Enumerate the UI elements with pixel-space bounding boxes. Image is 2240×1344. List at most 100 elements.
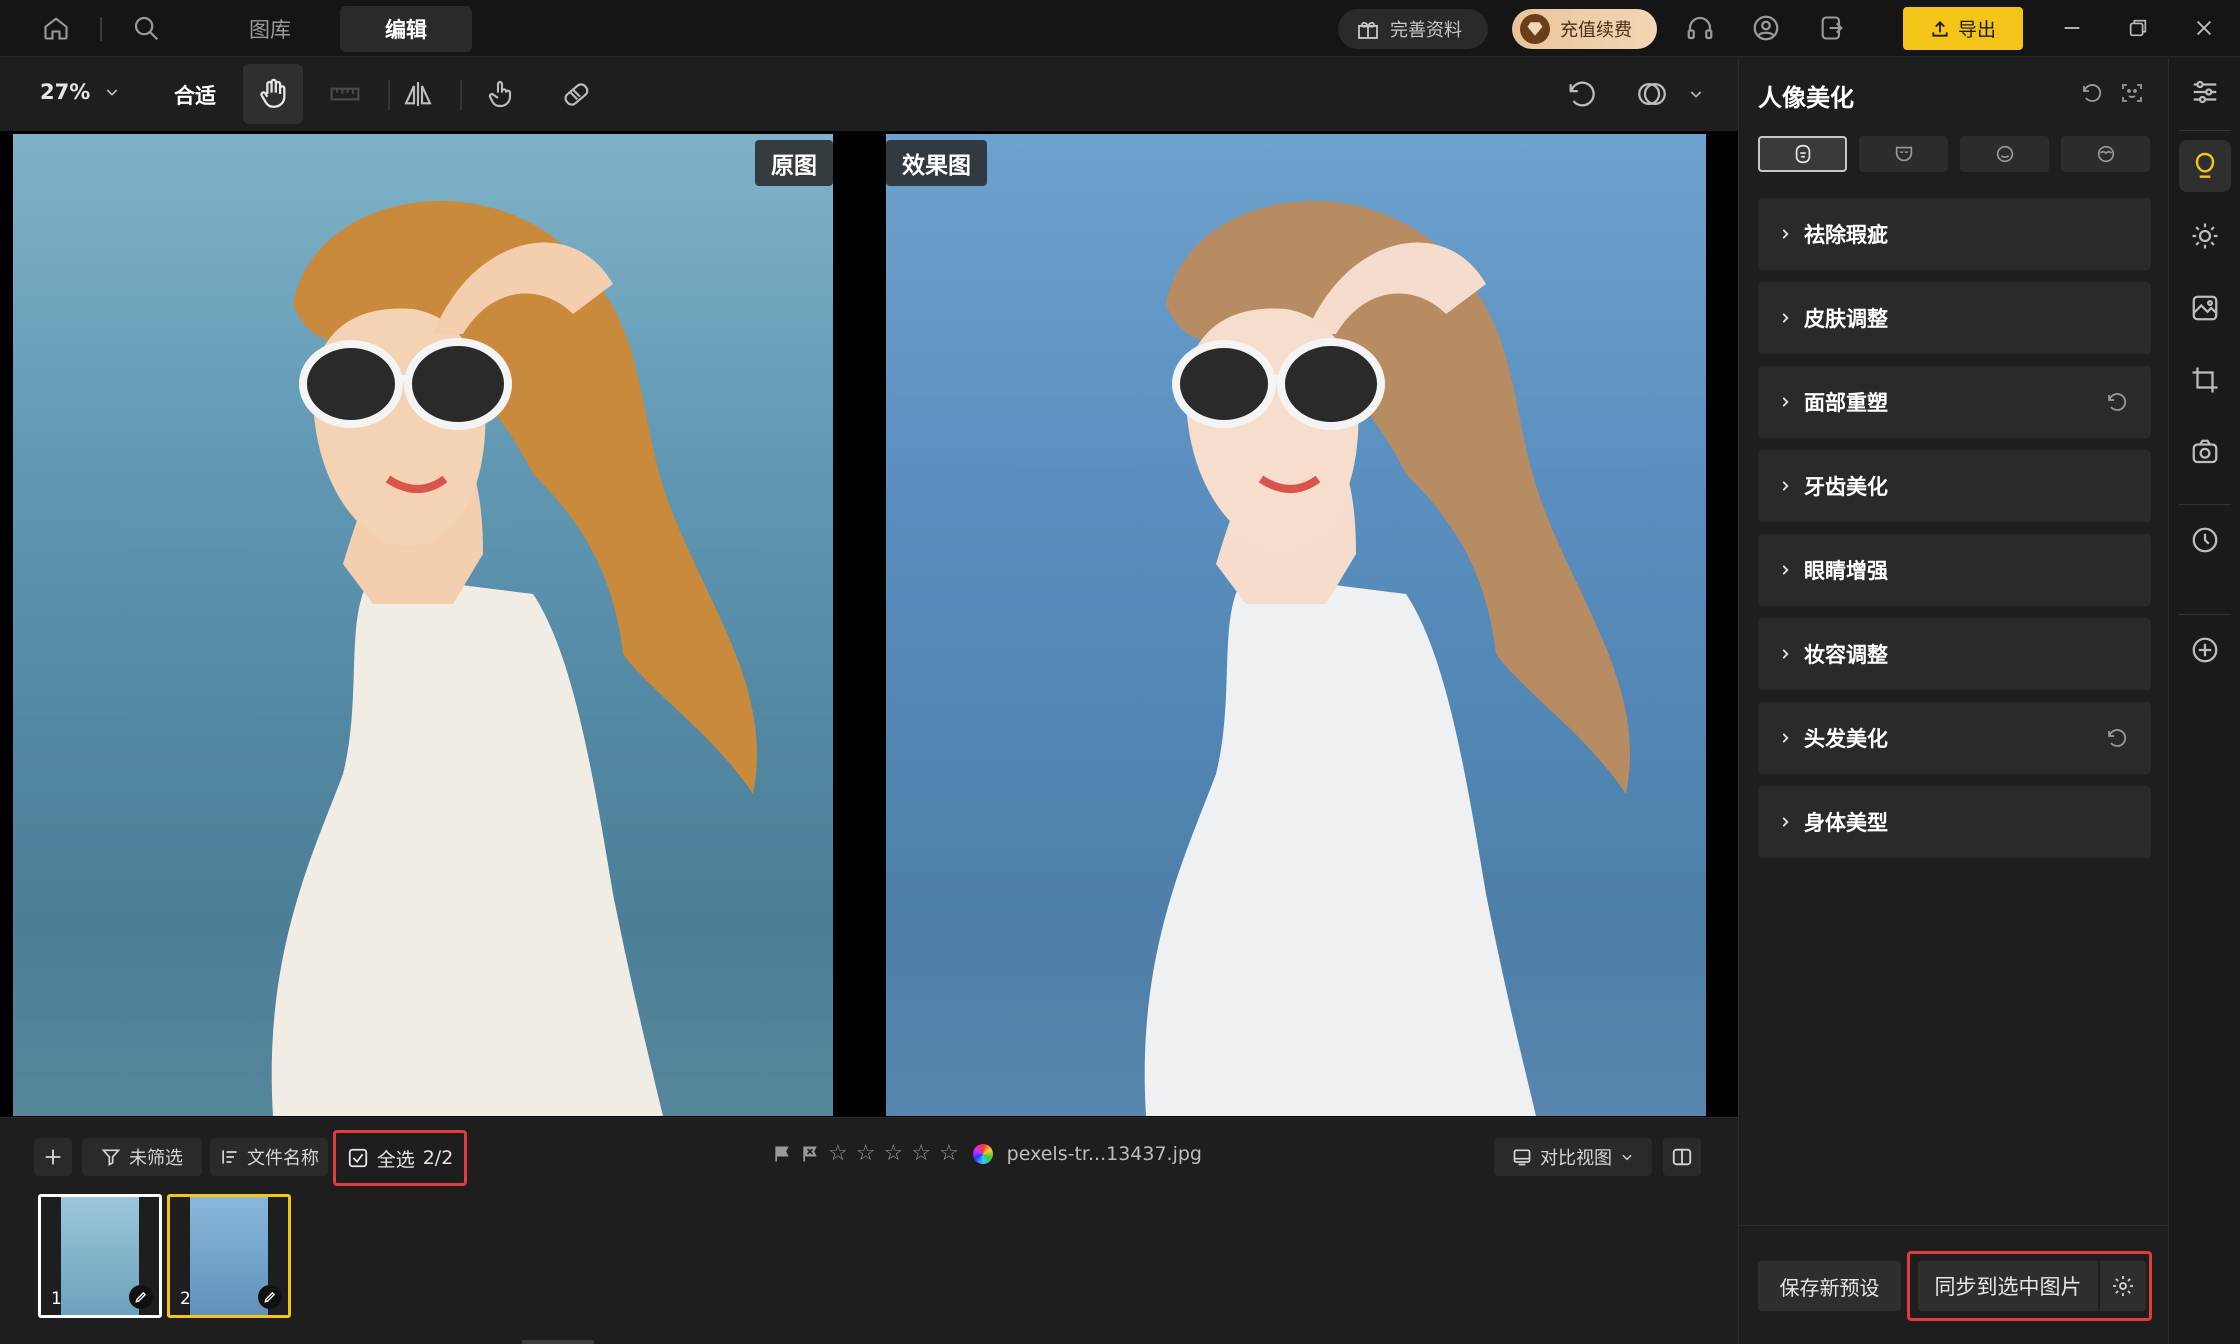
save-preset-button[interactable]: 保存新预设 <box>1758 1261 1901 1311</box>
star-icon[interactable]: ☆ <box>856 1143 876 1165</box>
image-adjust-icon[interactable] <box>2179 282 2231 334</box>
crop-icon[interactable] <box>2179 354 2231 406</box>
chevron-down-icon <box>1622 1154 1632 1161</box>
recharge-button[interactable]: 充值续费 <box>1512 9 1657 49</box>
plus-icon <box>45 1149 61 1165</box>
split-view-button[interactable] <box>1663 1138 1701 1176</box>
original-photo[interactable]: 原图 <box>13 134 833 1116</box>
star-icon[interactable]: ☆ <box>911 1143 931 1165</box>
segment-face[interactable] <box>1758 136 1847 172</box>
eraser-icon[interactable] <box>546 64 606 124</box>
effect-label: 效果图 <box>886 140 987 186</box>
reset-icon[interactable] <box>2105 726 2129 750</box>
sort-label: 文件名称 <box>247 1148 319 1169</box>
sync-settings-button[interactable] <box>2100 1261 2146 1311</box>
diamond-icon <box>1520 14 1550 44</box>
export-label: 导出 <box>1957 19 1996 41</box>
section-makeup[interactable]: 妆容调整 <box>1758 618 2151 690</box>
complete-profile-button[interactable]: 完善资料 <box>1338 9 1488 49</box>
section-body[interactable]: 身体美型 <box>1758 786 2151 858</box>
user-icon[interactable] <box>1746 8 1786 48</box>
compare-view-icon <box>1513 1149 1531 1166</box>
app-window: 图库 编辑 完善资料 充值续费 导出 27% 合适 原图 效果图 未筛选 文件名… <box>0 0 2240 1344</box>
filename: pexels-tr...13437.jpg <box>1006 1143 1202 1165</box>
color-label-icon[interactable] <box>972 1144 993 1164</box>
sliders-icon[interactable] <box>2179 66 2231 118</box>
rail-divider <box>2179 504 2231 505</box>
section-label: 面部重塑 <box>1804 391 1888 415</box>
star-icon[interactable]: ☆ <box>883 1143 903 1165</box>
reset-icon[interactable] <box>2077 78 2107 108</box>
funnel-icon <box>101 1149 121 1166</box>
mask-icon <box>1895 146 1912 162</box>
section-teeth[interactable]: 牙齿美化 <box>1758 450 2151 522</box>
segment-smile[interactable] <box>1960 136 2049 172</box>
logout-icon[interactable] <box>1812 8 1852 48</box>
chevron-right-icon <box>1782 733 1789 743</box>
chevron-right-icon <box>1782 481 1789 491</box>
section-label: 身体美型 <box>1804 811 1888 835</box>
home-icon[interactable] <box>36 8 76 48</box>
tab-edit[interactable]: 编辑 <box>340 6 472 52</box>
thumbnail-number: 2 <box>180 1289 191 1309</box>
sort-button[interactable]: 文件名称 <box>210 1138 328 1176</box>
history-icon[interactable] <box>2179 514 2231 566</box>
hand-tool-icon[interactable] <box>243 64 303 124</box>
brightness-icon[interactable] <box>2179 210 2231 262</box>
flag-icon[interactable] <box>772 1144 792 1164</box>
compare-canvas[interactable]: 原图 效果图 <box>0 131 1738 1117</box>
thumbnail-2[interactable]: 2 <box>167 1194 291 1318</box>
touch-tool-icon[interactable] <box>472 64 532 124</box>
reject-flag-icon[interactable] <box>800 1144 820 1164</box>
star-icon[interactable]: ☆ <box>939 1143 959 1165</box>
edit-toolbar: 27% 合适 <box>0 58 1738 131</box>
compare-view-dropdown[interactable]: 对比视图 <box>1494 1138 1652 1176</box>
select-all-button[interactable]: 全选 2/2 <box>333 1130 467 1186</box>
add-circle-icon[interactable] <box>2179 624 2231 676</box>
filter-button[interactable]: 未筛选 <box>82 1138 202 1176</box>
face-detect-icon[interactable] <box>2117 78 2147 108</box>
search-icon[interactable] <box>126 8 166 48</box>
section-face-reshape[interactable]: 面部重塑 <box>1758 366 2151 438</box>
overlay-dropdown-icon[interactable] <box>1666 64 1726 124</box>
headset-icon[interactable] <box>1680 8 1720 48</box>
star-icon[interactable]: ☆ <box>828 1143 848 1165</box>
portrait-icon[interactable] <box>2179 140 2231 192</box>
panel-footer-divider <box>1739 1225 2169 1226</box>
section-eyes[interactable]: 眼睛增强 <box>1758 534 2151 606</box>
recharge-label: 充值续费 <box>1560 20 1632 41</box>
undo-icon[interactable] <box>1552 64 1612 124</box>
section-label: 牙齿美化 <box>1804 475 1888 499</box>
add-photo-button[interactable] <box>34 1138 72 1176</box>
zoom-dropdown[interactable]: 27% <box>40 80 120 104</box>
tab-gallery[interactable]: 图库 <box>204 6 336 52</box>
upload-icon <box>1932 20 1948 37</box>
export-button[interactable]: 导出 <box>1903 7 2023 50</box>
section-hair[interactable]: 头发美化 <box>1758 702 2151 774</box>
chevron-right-icon <box>1782 817 1789 827</box>
chevron-right-icon <box>1782 565 1789 575</box>
fit-button[interactable]: 合适 <box>174 80 216 110</box>
file-info: ☆ ☆ ☆ ☆ ☆ pexels-tr...13437.jpg <box>772 1143 1202 1165</box>
effect-photo[interactable]: 效果图 <box>886 134 1706 1116</box>
close-icon[interactable] <box>2184 8 2224 48</box>
section-label: 祛除瑕疵 <box>1804 223 1888 247</box>
section-blemish[interactable]: 祛除瑕疵 <box>1758 198 2151 270</box>
segment-mask[interactable] <box>1859 136 1948 172</box>
restore-icon[interactable] <box>2118 8 2158 48</box>
segment-makeup[interactable] <box>2061 136 2150 172</box>
reset-icon[interactable] <box>2105 390 2129 414</box>
rail-divider <box>2179 130 2231 131</box>
panel-title: 人像美化 <box>1758 84 1854 112</box>
sync-to-selected-button[interactable]: 同步到选中图片 <box>1918 1261 2098 1311</box>
filmstrip-scrollbar[interactable] <box>522 1340 594 1344</box>
thumbnail-1[interactable]: 1 <box>38 1194 162 1318</box>
camera-icon[interactable] <box>2179 426 2231 478</box>
flip-icon[interactable] <box>388 64 448 124</box>
section-label: 妆容调整 <box>1804 643 1888 667</box>
section-skin[interactable]: 皮肤调整 <box>1758 282 2151 354</box>
section-label: 皮肤调整 <box>1804 307 1888 331</box>
checkbox-icon <box>348 1148 367 1168</box>
edited-badge-icon <box>129 1285 153 1309</box>
minimize-icon[interactable] <box>2052 8 2092 48</box>
